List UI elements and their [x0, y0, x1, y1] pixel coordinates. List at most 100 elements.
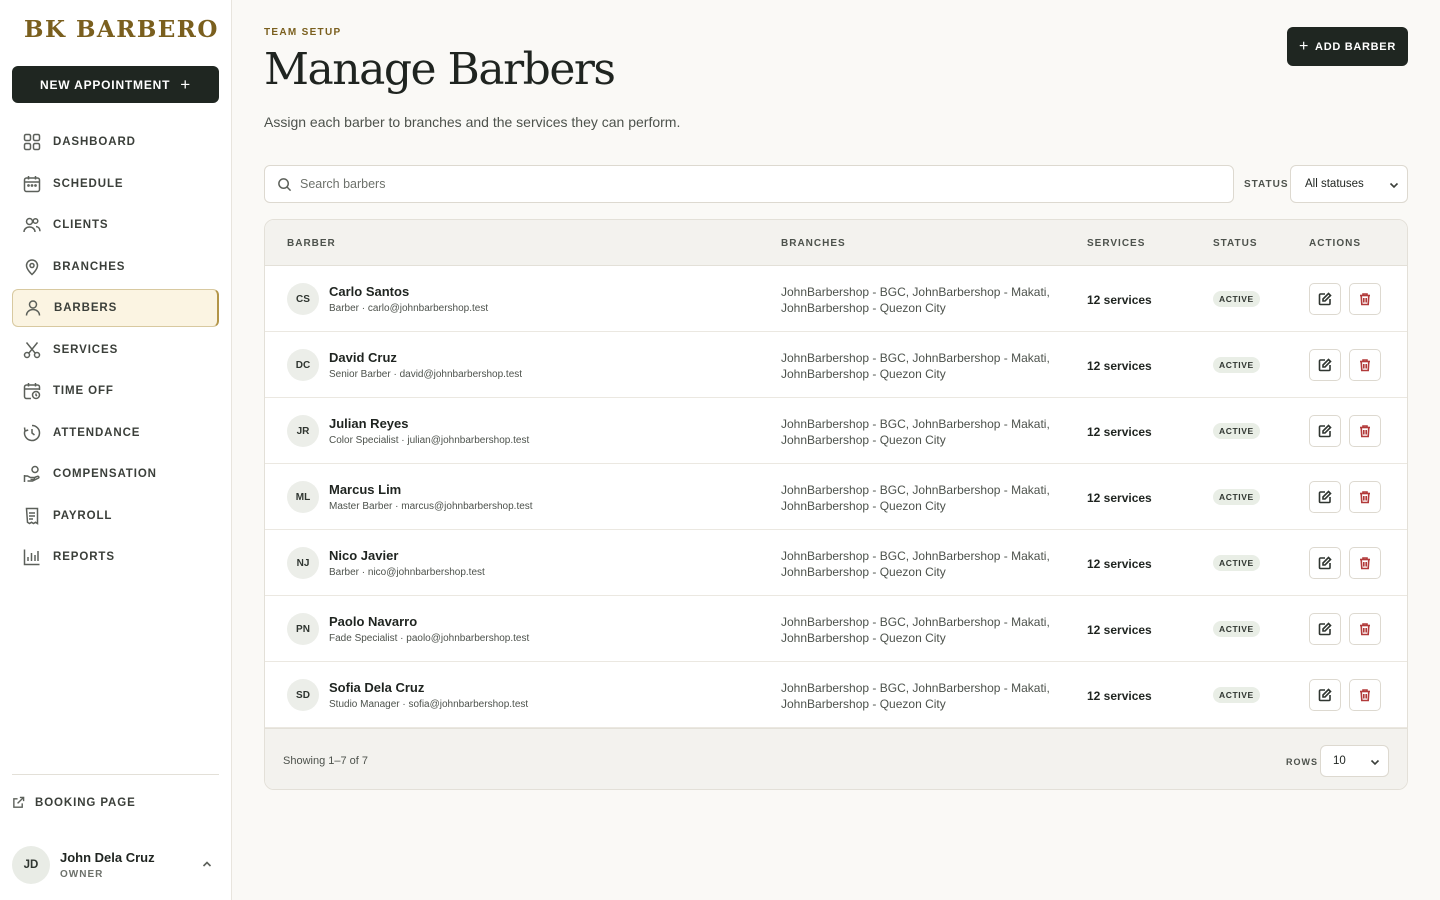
plus-icon: + — [180, 75, 191, 94]
table-footer: Showing 1–7 of 7 ROWS 10 — [265, 728, 1407, 789]
edit-button[interactable] — [1309, 679, 1341, 711]
edit-button[interactable] — [1309, 547, 1341, 579]
sidebar-item-label: SCHEDULE — [53, 177, 124, 190]
sidebar-item-barbers[interactable]: BARBERS — [12, 289, 219, 327]
chevron-up-icon — [202, 861, 212, 867]
scissors-icon — [23, 341, 41, 358]
column-header-services: SERVICES — [1087, 238, 1146, 249]
edit-button[interactable] — [1309, 481, 1341, 513]
delete-button[interactable] — [1349, 415, 1381, 447]
edit-icon — [1318, 358, 1332, 372]
page-title: Manage Barbers — [264, 44, 616, 95]
table-row: SD Sofia Dela Cruz Studio Manager · sofi… — [265, 662, 1407, 728]
barber-services: 12 services — [1087, 623, 1152, 637]
booking-page-label: BOOKING PAGE — [35, 796, 136, 809]
avatar: CS — [287, 283, 319, 315]
search-box — [264, 165, 1234, 203]
pagination-summary: Showing 1–7 of 7 — [283, 755, 369, 767]
sidebar-item-label: ATTENDANCE — [53, 426, 141, 439]
sidebar-item-label: BRANCHES — [53, 260, 126, 273]
status-badge: ACTIVE — [1213, 291, 1260, 307]
edit-button[interactable] — [1309, 613, 1341, 645]
bar-chart-icon — [23, 549, 40, 566]
users-icon — [23, 217, 41, 233]
sidebar-item-label: SERVICES — [53, 343, 119, 356]
sidebar-item-services[interactable]: SERVICES — [12, 331, 219, 369]
chevron-down-icon — [1370, 759, 1380, 766]
barber-services: 12 services — [1087, 293, 1152, 307]
sidebar-item-reports[interactable]: REPORTS — [12, 538, 219, 576]
edit-button[interactable] — [1309, 415, 1341, 447]
sidebar-item-label: REPORTS — [53, 551, 115, 563]
trash-icon — [1360, 689, 1370, 702]
clock-icon — [23, 424, 41, 441]
avatar: JD — [12, 846, 50, 884]
barber-services: 12 services — [1087, 491, 1152, 505]
rows-per-page-select[interactable]: 10 — [1320, 745, 1389, 777]
sidebar-item-schedule[interactable]: SCHEDULE — [12, 165, 219, 203]
barber-branches: JohnBarbershop - BGC, JohnBarbershop - M… — [781, 615, 1050, 645]
hand-coins-icon — [23, 465, 40, 482]
sidebar-item-label: PAYROLL — [53, 509, 113, 522]
receipt-icon — [25, 507, 39, 525]
delete-button[interactable] — [1349, 547, 1381, 579]
trash-icon — [1360, 557, 1370, 570]
barber-name: Carlo Santos — [329, 284, 410, 299]
delete-button[interactable] — [1349, 679, 1381, 711]
user-menu[interactable]: JD John Dela Cruz OWNER — [12, 844, 219, 886]
add-barber-button[interactable]: + ADD BARBER — [1287, 27, 1408, 66]
plus-icon: + — [1299, 37, 1310, 55]
barber-services: 12 services — [1087, 425, 1152, 439]
barber-branches: JohnBarbershop - BGC, JohnBarbershop - M… — [781, 285, 1050, 315]
edit-button[interactable] — [1309, 349, 1341, 381]
new-appointment-button[interactable]: NEW APPOINTMENT + — [12, 66, 219, 103]
sidebar-item-label: DASHBOARD — [53, 136, 136, 148]
search-icon — [278, 177, 292, 191]
barber-branches: JohnBarbershop - BGC, JohnBarbershop - M… — [781, 681, 1050, 711]
edit-icon — [1318, 490, 1332, 504]
sidebar: BK BARBERO NEW APPOINTMENT + DASHBOARD S… — [0, 0, 232, 900]
add-barber-label: ADD BARBER — [1315, 40, 1396, 53]
barber-branches: JohnBarbershop - BGC, JohnBarbershop - M… — [781, 483, 1050, 513]
barber-name: Paolo Navarro — [329, 614, 418, 629]
sidebar-item-attendance[interactable]: ATTENDANCE — [12, 414, 219, 452]
sidebar-item-dashboard[interactable]: DASHBOARD — [12, 123, 219, 161]
table-row: ML Marcus Lim Master Barber · marcus@joh… — [265, 464, 1407, 530]
barber-name: Nico Javier — [329, 548, 399, 563]
delete-button[interactable] — [1349, 613, 1381, 645]
status-badge: ACTIVE — [1213, 687, 1260, 703]
barber-name: Julian Reyes — [329, 416, 409, 431]
sidebar-item-time-off[interactable]: TIME OFF — [12, 372, 219, 410]
sidebar-item-branches[interactable]: BRANCHES — [12, 248, 219, 286]
table-row: DC David Cruz Senior Barber · david@john… — [265, 332, 1407, 398]
status-badge: ACTIVE — [1213, 423, 1260, 439]
sidebar-item-compensation[interactable]: COMPENSATION — [12, 455, 219, 493]
edit-button[interactable] — [1309, 283, 1341, 315]
status-select[interactable]: All statuses — [1290, 165, 1408, 203]
booking-page-link[interactable]: BOOKING PAGE — [12, 796, 136, 809]
barber-name: Marcus Lim — [329, 482, 402, 497]
calendar-icon — [23, 175, 41, 192]
grid-icon — [23, 133, 41, 151]
external-link-icon — [13, 796, 25, 808]
table-row: JR Julian Reyes Color Specialist · julia… — [265, 398, 1407, 464]
sidebar-item-label: BARBERS — [54, 302, 118, 314]
brand-logo[interactable]: BK BARBERO — [24, 16, 219, 43]
trash-icon — [1360, 359, 1370, 372]
search-input[interactable] — [300, 177, 1200, 191]
delete-button[interactable] — [1349, 349, 1381, 381]
sidebar-item-label: COMPENSATION — [53, 468, 157, 480]
delete-button[interactable] — [1349, 283, 1381, 315]
sidebar-item-payroll[interactable]: PAYROLL — [12, 497, 219, 535]
sidebar-item-clients[interactable]: CLIENTS — [12, 206, 219, 244]
barber-services: 12 services — [1087, 359, 1152, 373]
status-badge: ACTIVE — [1213, 621, 1260, 637]
delete-button[interactable] — [1349, 481, 1381, 513]
table-row: PN Paolo Navarro Fade Specialist · paolo… — [265, 596, 1407, 662]
column-header-branches: BRANCHES — [781, 238, 846, 249]
avatar: PN — [287, 613, 319, 645]
avatar: JR — [287, 415, 319, 447]
barber-name: Sofia Dela Cruz — [329, 680, 425, 695]
sidebar-divider — [12, 774, 219, 775]
barbers-table: BARBER BRANCHES SERVICES STATUS ACTIONS … — [264, 219, 1408, 790]
